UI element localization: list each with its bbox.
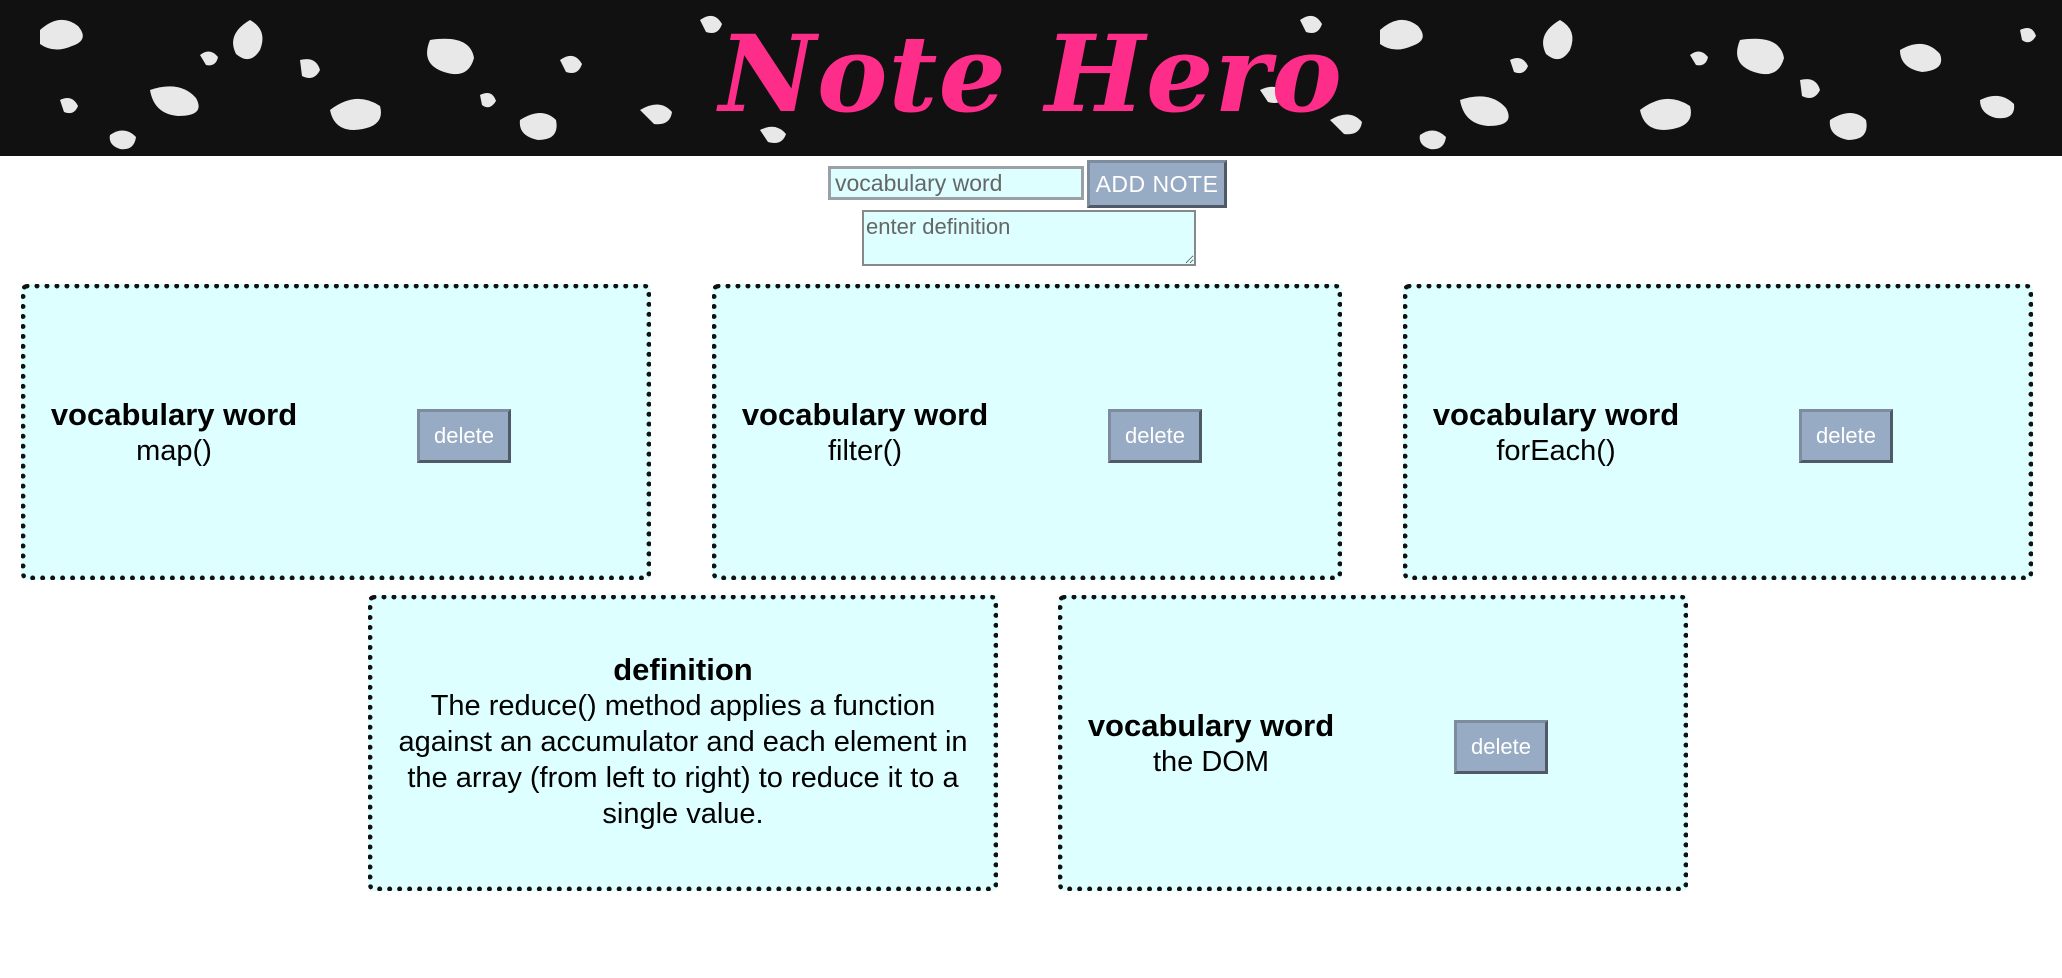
note-word: map() [136,435,212,467]
note-word: forEach() [1496,435,1616,467]
note-definition-block: definition The reduce() method applies a… [393,652,973,832]
note-heading: vocabulary word [741,397,989,432]
note-word-block: vocabulary word map() [44,397,304,469]
app-title: Note Hero [718,11,1344,136]
note-heading: vocabulary word [1087,708,1335,743]
delete-button[interactable]: delete [1108,409,1202,463]
delete-button[interactable]: delete [417,409,511,463]
add-note-button[interactable]: ADD NOTE [1087,160,1227,208]
note-card[interactable]: vocabulary word the DOM delete [1058,595,1688,891]
note-heading: vocabulary word [1432,397,1680,432]
delete-button[interactable]: delete [1799,409,1893,463]
note-word-block: vocabulary word the DOM [1081,708,1341,780]
definition-text: The reduce() method applies a function a… [398,690,968,830]
note-heading: vocabulary word [50,397,298,432]
definition-textarea[interactable] [862,210,1196,266]
header-banner: Note Hero [0,0,2062,156]
note-card[interactable]: vocabulary word filter() delete [712,284,1342,580]
delete-button[interactable]: delete [1454,720,1548,774]
note-card-flipped[interactable]: definition The reduce() method applies a… [368,595,998,891]
note-card[interactable]: vocabulary word map() delete [21,284,651,580]
note-card[interactable]: vocabulary word forEach() delete [1403,284,2033,580]
note-word: the DOM [1152,746,1270,778]
note-word-block: vocabulary word filter() [735,397,995,469]
definition-heading: definition [613,652,753,687]
note-word-block: vocabulary word forEach() [1426,397,1686,469]
note-word: filter() [827,435,903,467]
vocabulary-word-input[interactable] [828,166,1084,200]
